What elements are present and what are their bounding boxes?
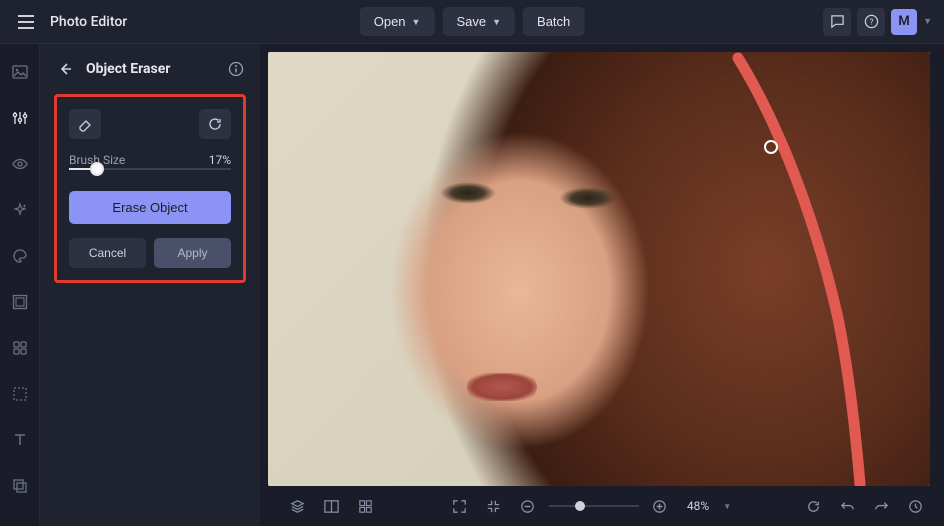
fit-button[interactable] — [481, 493, 507, 519]
app-title: Photo Editor — [50, 14, 127, 30]
help-button[interactable]: ? — [857, 8, 885, 36]
plus-icon — [651, 498, 668, 515]
palette-icon — [11, 247, 29, 265]
tool-ai[interactable] — [6, 196, 34, 224]
erase-object-button[interactable]: Erase Object — [69, 191, 231, 224]
layers-button[interactable] — [284, 493, 310, 519]
action-buttons: Cancel Apply — [69, 238, 231, 268]
cancel-button[interactable]: Cancel — [69, 238, 146, 268]
tool-text[interactable] — [6, 426, 34, 454]
history-icon — [907, 498, 924, 515]
tool-crop[interactable] — [6, 380, 34, 408]
zoom-slider[interactable] — [549, 505, 639, 507]
main: Object Eraser Brush Size 17% — [0, 44, 944, 526]
canvas-area: 48% ▼ — [260, 44, 944, 526]
sliders-icon — [11, 109, 29, 127]
topbar-center: Open ▼ Save ▼ Batch — [360, 7, 585, 36]
grid-button[interactable] — [352, 493, 378, 519]
crop-icon — [11, 385, 29, 403]
topbar-right: ? M ▼ — [823, 8, 932, 36]
refresh-icon — [207, 116, 223, 132]
batch-label: Batch — [537, 14, 570, 29]
fullscreen-button[interactable] — [447, 493, 473, 519]
undo-icon — [839, 498, 856, 515]
chevron-down-icon: ▼ — [492, 17, 501, 27]
tool-toggle-row — [69, 109, 231, 139]
tool-adjust[interactable] — [6, 104, 34, 132]
frame-icon — [11, 293, 29, 311]
photo-image — [268, 52, 930, 486]
expand-icon — [451, 498, 468, 515]
info-button[interactable] — [226, 59, 246, 79]
brush-size-slider[interactable] — [69, 161, 231, 177]
layers-icon — [289, 498, 306, 515]
bottom-bar: 48% ▼ — [260, 486, 944, 526]
menu-button[interactable] — [12, 8, 40, 36]
bottombar-right — [800, 493, 928, 519]
top-bar: Photo Editor Open ▼ Save ▼ Batch ? M ▼ — [0, 0, 944, 44]
eraser-controls: Brush Size 17% Erase Object Cancel Apply — [54, 94, 246, 283]
overlay-icon — [11, 477, 29, 495]
chevron-down-icon[interactable]: ▼ — [923, 16, 932, 27]
save-button[interactable]: Save ▼ — [442, 7, 515, 36]
compare-button[interactable] — [318, 493, 344, 519]
eraser-icon — [77, 116, 93, 132]
arrow-left-icon — [57, 61, 73, 77]
sparkle-icon — [11, 201, 29, 219]
zoom-thumb[interactable] — [575, 501, 585, 511]
redo-button[interactable] — [868, 493, 894, 519]
zoom-value: 48% — [681, 499, 715, 513]
slider-thumb[interactable] — [90, 162, 104, 176]
grid-icon — [357, 498, 374, 515]
save-label: Save — [456, 14, 486, 29]
open-label: Open — [374, 14, 406, 29]
back-button[interactable] — [54, 58, 76, 80]
chat-icon — [830, 14, 845, 29]
rotate-button[interactable] — [800, 493, 826, 519]
brush-cursor — [764, 140, 778, 154]
zoom-track — [549, 505, 639, 507]
tool-elements[interactable] — [6, 334, 34, 362]
tool-overlay[interactable] — [6, 472, 34, 500]
compare-icon — [323, 498, 340, 515]
redo-icon — [873, 498, 890, 515]
bottombar-center: 48% ▼ — [447, 493, 731, 519]
feedback-button[interactable] — [823, 8, 851, 36]
hamburger-icon — [18, 15, 34, 29]
svg-text:?: ? — [869, 17, 873, 27]
apps-icon — [11, 339, 29, 357]
tool-frame[interactable] — [6, 288, 34, 316]
eraser-tool-chip[interactable] — [69, 109, 101, 139]
history-button[interactable] — [902, 493, 928, 519]
minus-icon — [519, 498, 536, 515]
panel-title: Object Eraser — [86, 61, 216, 77]
open-button[interactable]: Open ▼ — [360, 7, 435, 36]
avatar-initial: M — [898, 14, 909, 29]
apply-button[interactable]: Apply — [154, 238, 231, 268]
batch-button[interactable]: Batch — [523, 7, 584, 36]
panel-header: Object Eraser — [54, 58, 246, 80]
zoom-out-button[interactable] — [515, 493, 541, 519]
image-icon — [11, 63, 29, 81]
avatar[interactable]: M — [891, 9, 917, 35]
tool-image[interactable] — [6, 58, 34, 86]
undo-button[interactable] — [834, 493, 860, 519]
info-icon — [228, 61, 244, 77]
rotate-icon — [805, 498, 822, 515]
zoom-in-button[interactable] — [647, 493, 673, 519]
eye-icon — [11, 155, 29, 173]
tool-eye[interactable] — [6, 150, 34, 178]
bottombar-left — [284, 493, 378, 519]
side-panel: Object Eraser Brush Size 17% — [40, 44, 260, 526]
tool-rail — [0, 44, 40, 526]
photo-detail — [467, 373, 537, 401]
chevron-down-icon[interactable]: ▼ — [723, 502, 731, 511]
canvas[interactable] — [268, 52, 930, 486]
text-icon — [11, 431, 29, 449]
collapse-icon — [485, 498, 502, 515]
chevron-down-icon: ▼ — [412, 17, 421, 27]
help-icon: ? — [864, 14, 879, 29]
tool-color[interactable] — [6, 242, 34, 270]
restore-tool-chip[interactable] — [199, 109, 231, 139]
